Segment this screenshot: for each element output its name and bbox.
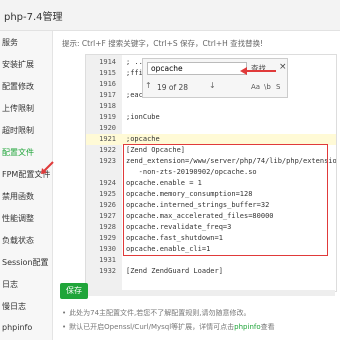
match-count: 19 of 28 [157,83,189,92]
editor-line: 1920 [99,124,116,132]
note-line-2: • 默认已开启Openssl/Curl/Mysql等扩展，详情可点击phpinfo… [62,322,275,332]
sidebar-item-service[interactable]: 服务 [0,37,52,48]
bullet: • [62,309,67,317]
sidebar-item-log[interactable]: 日志 [0,279,52,290]
shortcut-tip: 提示: Ctrl+F 搜索关键字，Ctrl+S 保存，Ctrl+H 查找替换! [62,39,264,48]
sidebar: 服务 安装扩展 配置修改 上传限制 超时限制 配置文件 FPM配置文件 禁用函数… [0,31,54,340]
sidebar-item-session[interactable]: Session配置 [0,257,52,268]
note-line-1: • 此处为74主配置文件,若您不了解配置规则,请勿随意修改。 [62,308,251,318]
close-icon[interactable]: × [279,62,287,72]
main-panel: 提示: Ctrl+F 搜索关键字，Ctrl+S 保存，Ctrl+H 查找替换! … [52,31,340,340]
editor-line: 1919 ;ionCube [99,113,160,121]
red-highlight-box [123,144,328,256]
sidebar-item-disabled-functions[interactable]: 禁用函数 [0,191,52,202]
window-titlebar: php-7.4管理 [0,0,340,31]
note-text: 查看 [260,323,275,331]
window-title: php-7.4管理 [4,12,63,23]
sidebar-item-extensions[interactable]: 安装扩展 [0,59,52,70]
horizontal-scrollbar[interactable] [85,290,335,296]
editor-line: 1918 [99,102,116,110]
sidebar-item-upload-limit[interactable]: 上传限制 [0,103,52,114]
note-text: 默认已开启Openssl/Curl/Mysql等扩展，详情可点击 [69,323,235,331]
red-arrow-annotation-icon [240,67,276,75]
bullet: • [62,323,67,331]
editor-line: 1932 [Zend ZendGuard Loader] [99,267,223,275]
match-case-toggle[interactable]: Aa [251,83,260,91]
sidebar-item-load-status[interactable]: 负载状态 [0,235,52,246]
sidebar-item-timeout[interactable]: 超时限制 [0,125,52,136]
prev-match-icon[interactable]: ↑ [145,81,152,90]
note-text: 此处为74主配置文件,若您不了解配置规则,请勿随意修改。 [69,309,251,317]
sidebar-item-config-file[interactable]: 配置文件 [0,147,52,158]
sidebar-item-config-edit[interactable]: 配置修改 [0,81,52,92]
search-selection-toggle[interactable]: S [276,83,280,91]
search-input[interactable]: opcache [147,62,247,75]
next-match-icon[interactable]: ↓ [209,81,216,90]
whole-word-toggle[interactable]: \b [264,83,271,91]
sidebar-item-phpinfo[interactable]: phpinfo [0,323,52,332]
sidebar-item-slow-log[interactable]: 慢日志 [0,301,52,312]
sidebar-item-performance[interactable]: 性能调整 [0,213,52,224]
phpinfo-link[interactable]: phpinfo [234,323,260,331]
editor-line: 1931 [99,256,116,264]
save-button[interactable]: 保存 [60,283,88,299]
